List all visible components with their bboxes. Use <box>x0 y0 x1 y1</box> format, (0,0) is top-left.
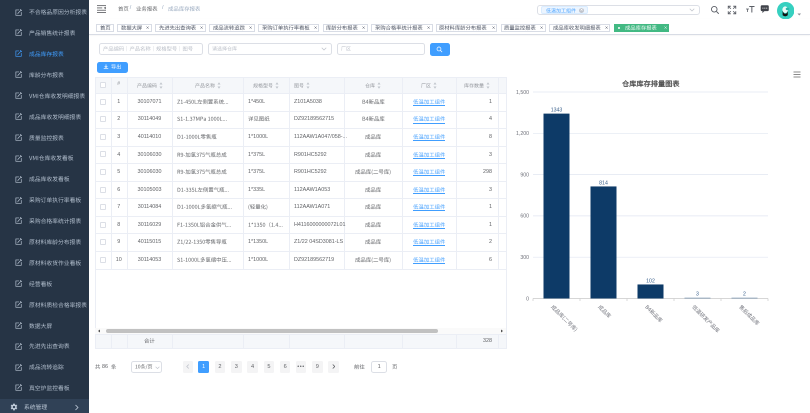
svg-text:1343: 1343 <box>551 108 563 114</box>
svg-text:814: 814 <box>599 180 608 186</box>
svg-text:1,200: 1,200 <box>516 131 529 137</box>
svg-text:0: 0 <box>526 296 529 302</box>
svg-text:102: 102 <box>646 279 655 285</box>
svg-text:1,500: 1,500 <box>516 90 529 96</box>
svg-text:2: 2 <box>743 292 746 298</box>
svg-text:900: 900 <box>520 172 529 178</box>
svg-text:300: 300 <box>520 255 529 261</box>
svg-text:600: 600 <box>520 214 529 220</box>
svg-text:3: 3 <box>696 292 699 298</box>
